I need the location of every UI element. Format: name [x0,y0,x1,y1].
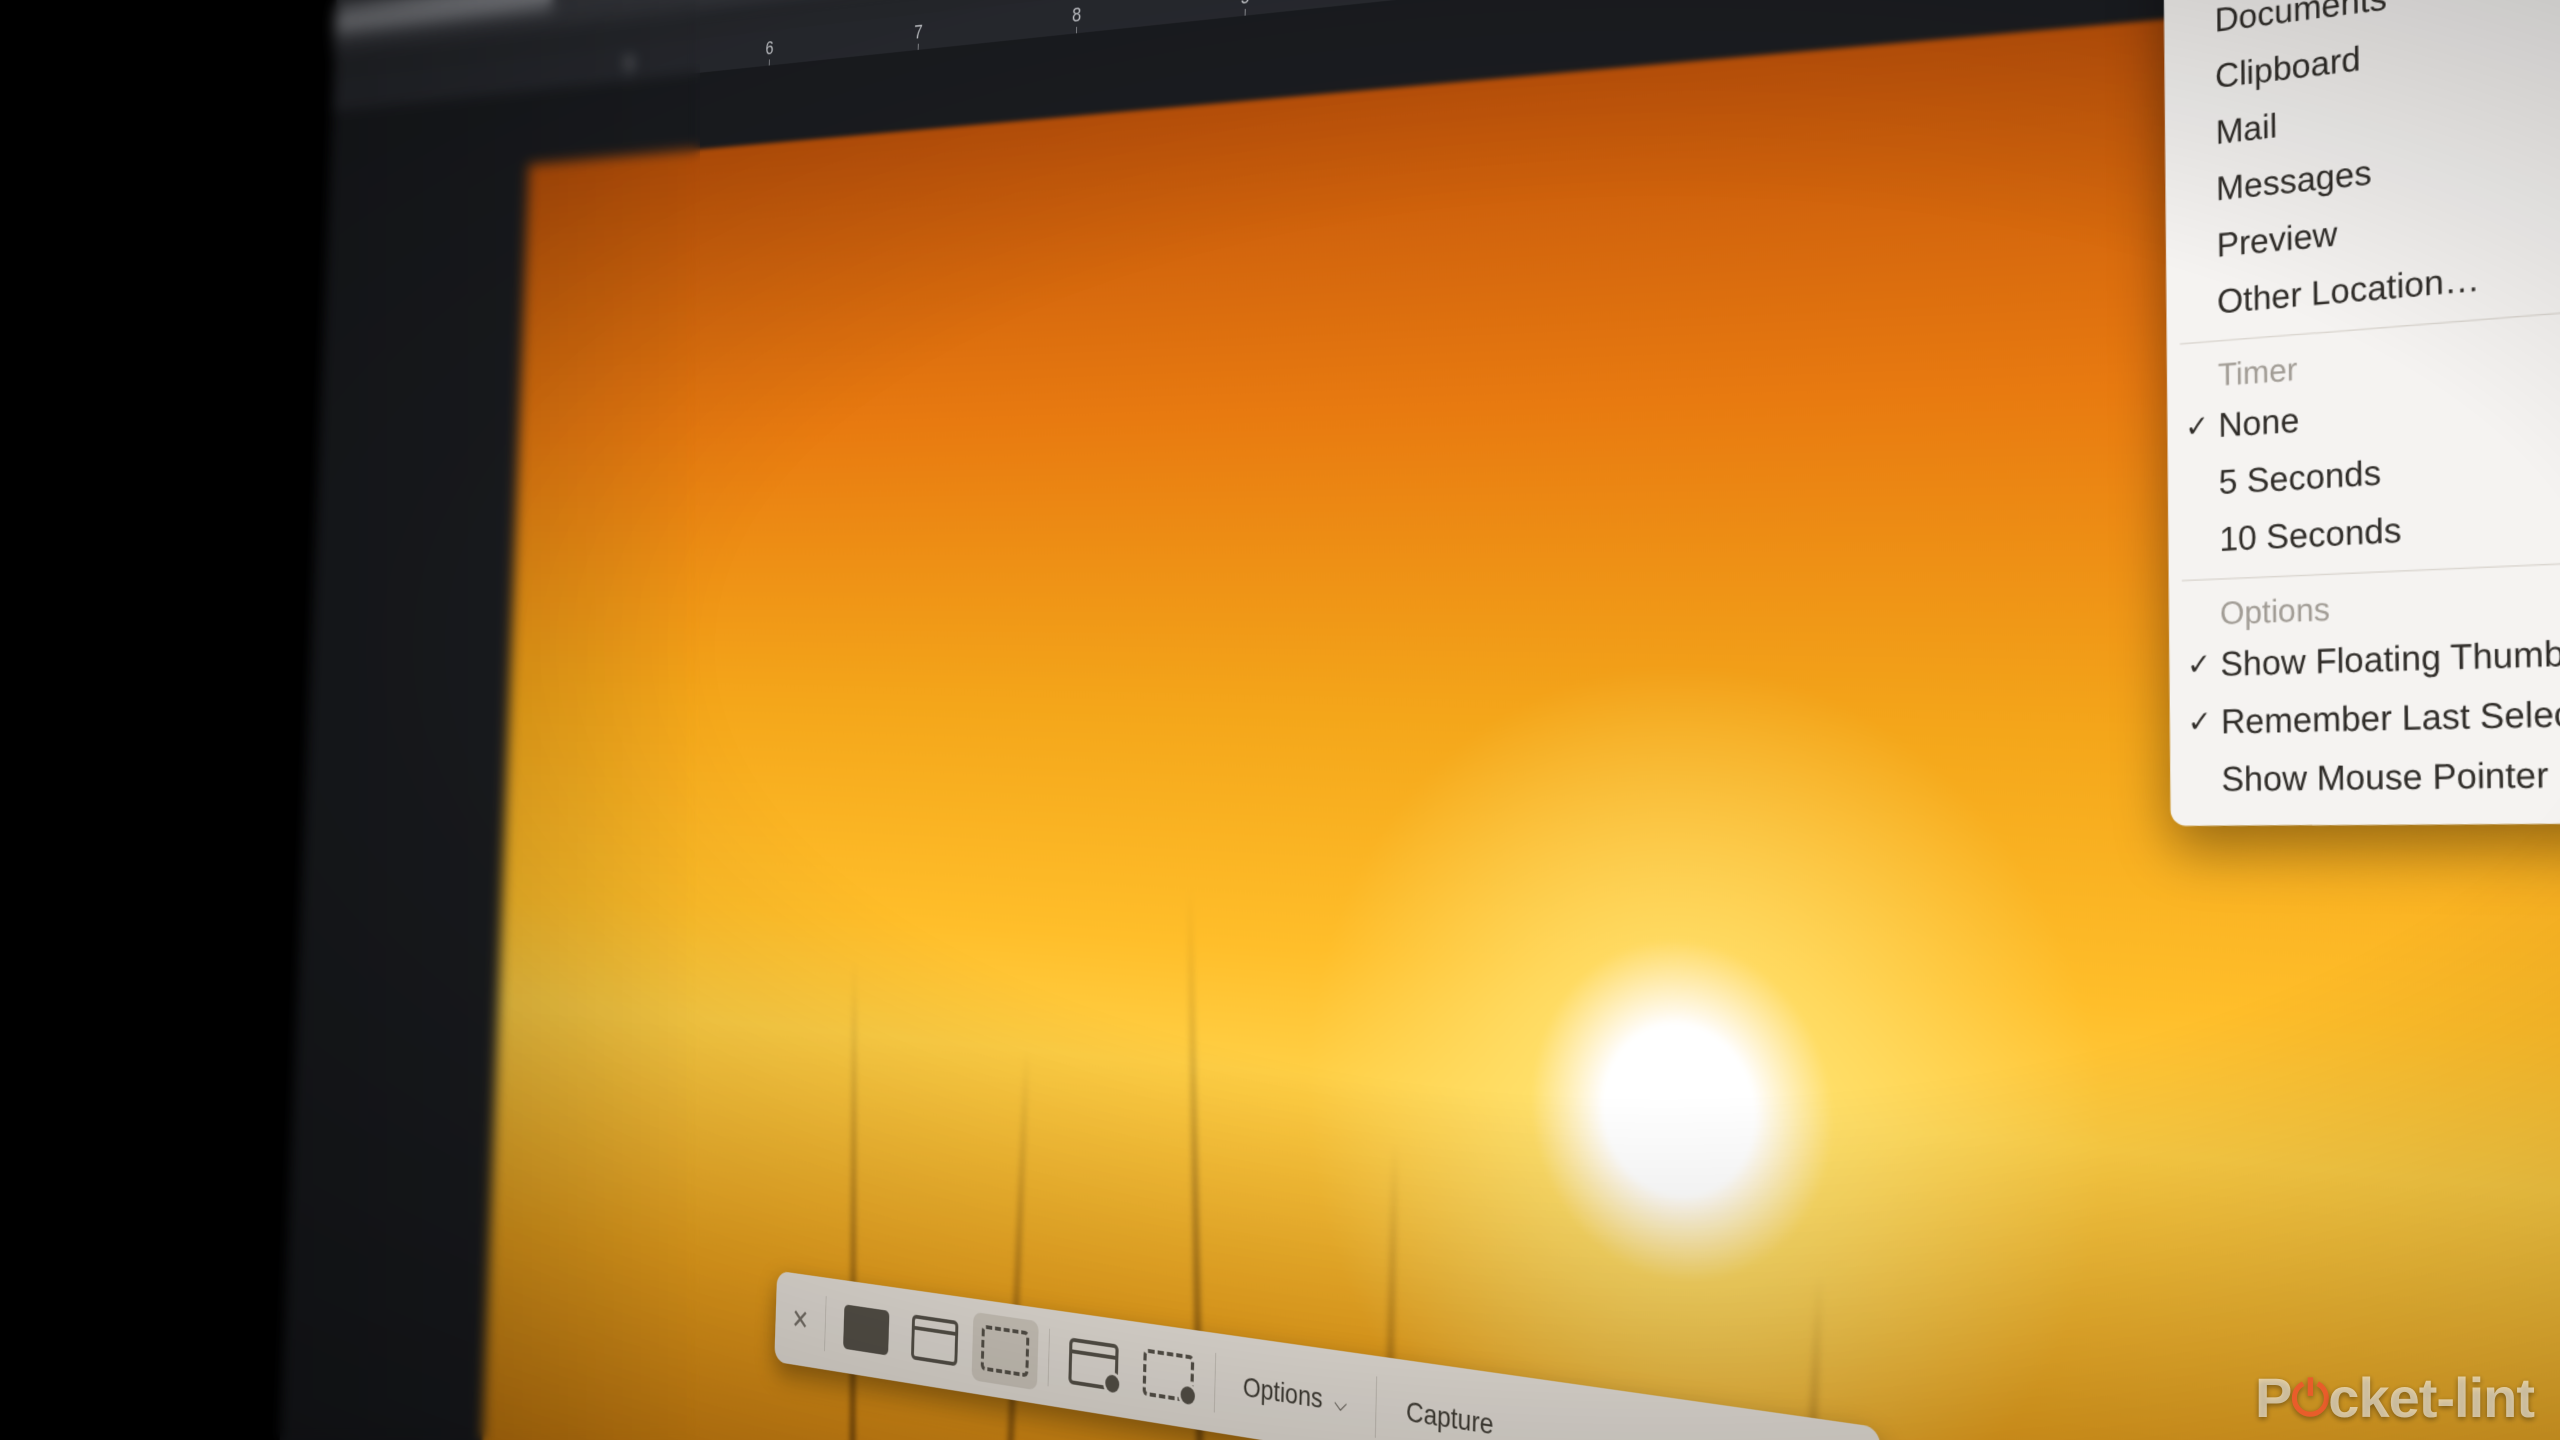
options-button[interactable]: Options ⌵ [1226,1369,1364,1422]
watermark-suffix: cket-lint [2328,1366,2534,1429]
options-label: Options [1243,1371,1323,1414]
viewport: 5 6 7 8 9 10 11 ✕ [0,0,2560,1440]
capture-button[interactable]: Capture [1388,1393,1511,1440]
record-selection-button[interactable] [1133,1335,1204,1416]
capture-entire-screen-button[interactable] [834,1292,898,1368]
power-icon: ⏻ [2291,1372,2328,1428]
window-icon [911,1314,959,1366]
options-menu: Save to Desktop Documents Clipboard Mail… [2163,0,2560,826]
watermark-prefix: P [2255,1366,2291,1429]
menu-item-show-pointer[interactable]: Show Mouse Pointer [2170,744,2560,810]
watermark: P⏻cket-lint [2255,1365,2534,1430]
capture-window-button[interactable] [902,1302,968,1379]
angled-screen: 5 6 7 8 9 10 11 ✕ [278,0,2560,1440]
chevron-down-icon: ⌵ [1334,1393,1347,1418]
close-icon[interactable]: ✕ [785,1302,816,1339]
record-screen-icon [1068,1337,1118,1391]
record-selection-icon [1143,1348,1195,1403]
record-entire-screen-button[interactable] [1059,1325,1129,1405]
screen-icon [843,1304,889,1355]
capture-selection-button[interactable] [972,1312,1039,1390]
selection-icon [981,1325,1030,1378]
